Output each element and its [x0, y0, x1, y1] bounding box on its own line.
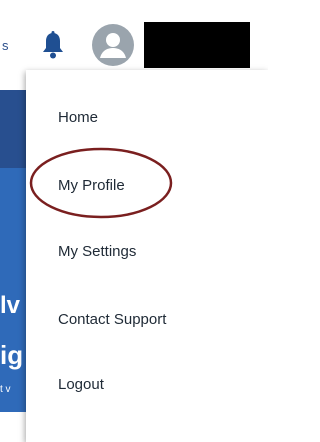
user-avatar-icon[interactable]: [92, 24, 134, 66]
background-text-fragment: lv: [0, 292, 21, 319]
user-dropdown-menu: Home My Profile My Settings Contact Supp…: [26, 70, 268, 442]
nav-text-fragment[interactable]: s: [2, 38, 9, 53]
redacted-username[interactable]: [144, 22, 250, 68]
background-banner-top: [0, 90, 28, 168]
menu-item-contact-support[interactable]: Contact Support: [58, 311, 166, 328]
background-banner: [0, 168, 28, 412]
background-text-fragment: t v: [0, 384, 11, 395]
menu-item-logout[interactable]: Logout: [58, 376, 104, 393]
background-text-fragment: ig: [0, 340, 24, 370]
menu-item-home[interactable]: Home: [58, 109, 98, 126]
bell-icon[interactable]: [40, 30, 66, 60]
highlight-ellipse-annotation: [29, 147, 173, 219]
page: s lv ig t v Home My Profile My Settings …: [0, 0, 268, 442]
menu-item-my-settings[interactable]: My Settings: [58, 243, 136, 260]
